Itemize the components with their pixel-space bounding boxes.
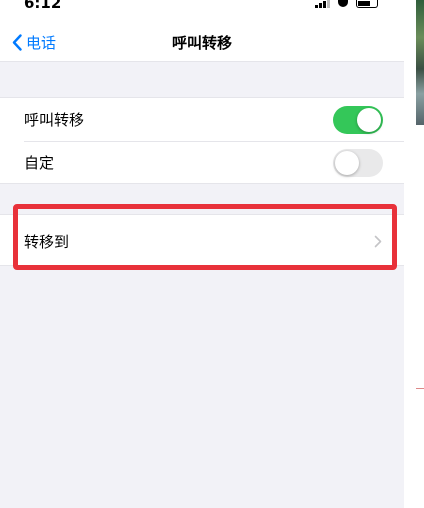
chevron-right-icon bbox=[374, 235, 382, 248]
forward-to-group: 转移到 bbox=[0, 214, 404, 266]
adjacent-divider bbox=[416, 388, 424, 389]
status-time: 6:12 bbox=[24, 0, 62, 12]
call-forwarding-row: 呼叫转移 bbox=[0, 98, 404, 141]
toggle-knob bbox=[357, 108, 381, 132]
forward-to-label: 转移到 bbox=[24, 232, 70, 251]
call-forwarding-label: 呼叫转移 bbox=[24, 111, 85, 129]
page-title: 呼叫转移 bbox=[171, 34, 232, 52]
phone-screen: 6:12 电话 呼叫转移 呼叫转移 自定 转移到 bbox=[0, 0, 404, 508]
navigation-bar: 电话 呼叫转移 bbox=[0, 22, 404, 62]
wifi-icon bbox=[338, 0, 348, 7]
forwarding-settings-group: 呼叫转移 自定 bbox=[0, 97, 404, 184]
forward-to-row[interactable]: 转移到 bbox=[0, 215, 404, 267]
custom-toggle[interactable] bbox=[333, 149, 383, 177]
call-forwarding-toggle[interactable] bbox=[333, 106, 383, 134]
signal-icon bbox=[315, 0, 330, 8]
toggle-knob bbox=[335, 151, 359, 175]
custom-row: 自定 bbox=[0, 141, 404, 184]
custom-label: 自定 bbox=[24, 154, 55, 172]
battery-icon bbox=[356, 0, 378, 8]
status-bar: 6:12 bbox=[0, 0, 404, 22]
status-icons bbox=[315, 0, 378, 10]
adjacent-image-fragment bbox=[416, 0, 424, 125]
adjacent-window-edge bbox=[404, 0, 424, 508]
